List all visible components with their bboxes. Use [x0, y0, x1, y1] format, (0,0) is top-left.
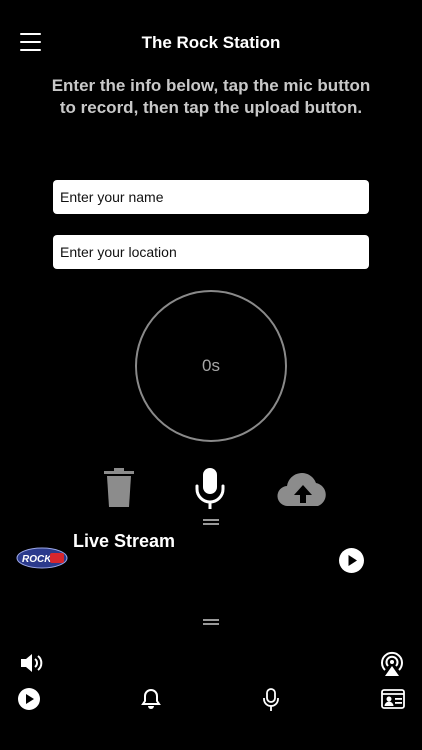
bell-icon: [141, 688, 161, 709]
speaker-icon[interactable]: [19, 651, 45, 675]
airplay-icon[interactable]: [378, 649, 406, 677]
name-input[interactable]: [53, 180, 369, 214]
drag-handle[interactable]: [203, 519, 219, 525]
tab-notifications[interactable]: [141, 688, 161, 710]
microphone-icon[interactable]: [193, 467, 227, 511]
logo-text: ROCK: [22, 554, 52, 565]
microphone-icon: [263, 688, 279, 711]
trash-icon[interactable]: [102, 468, 136, 508]
cloud-upload-icon[interactable]: [276, 472, 330, 508]
contact-card-icon: [381, 689, 405, 709]
play-circle-icon: [339, 548, 364, 573]
live-stream-play-button[interactable]: [339, 548, 364, 573]
play-circle-icon: [18, 688, 40, 710]
tab-play[interactable]: [18, 688, 40, 710]
station-logo: ROCK: [16, 547, 68, 569]
drag-handle[interactable]: [203, 619, 219, 625]
tab-contact[interactable]: [381, 689, 405, 709]
location-input[interactable]: [53, 235, 369, 269]
tab-record[interactable]: [262, 688, 280, 712]
instructions-text: Enter the info below, tap the mic button…: [51, 76, 371, 117]
page-title: The Rock Station: [141, 33, 281, 52]
record-timer: 0s: [202, 356, 220, 375]
live-stream-label: Live Stream: [73, 531, 176, 551]
